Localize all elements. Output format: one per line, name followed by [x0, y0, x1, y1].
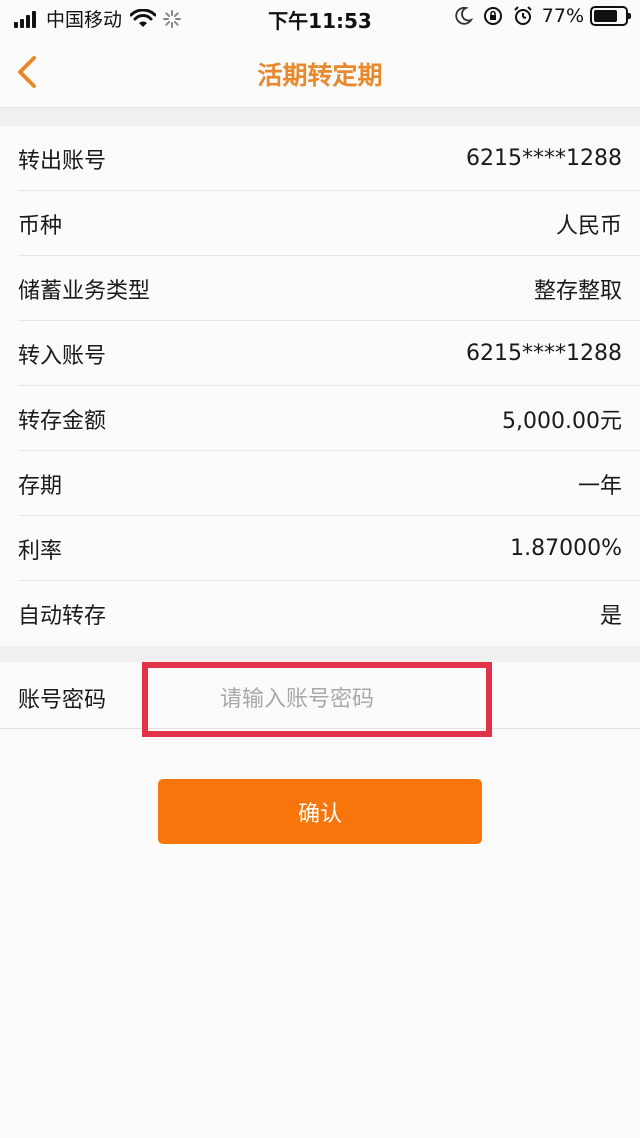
detail-value: 人民币: [555, 213, 622, 239]
detail-value: 6215****1288: [466, 146, 622, 171]
battery-icon: [590, 6, 631, 26]
detail-label: 币种: [18, 213, 63, 239]
detail-row-amount: 转存金额 5,000.00元: [0, 386, 640, 451]
rotation-lock-icon: [483, 7, 502, 25]
password-row: 账号密码: [0, 662, 640, 737]
detail-value: 6215****1288: [466, 341, 622, 366]
detail-value: 一年: [577, 473, 622, 499]
detail-value: 整存整取: [533, 278, 622, 304]
confirm-button[interactable]: 确认: [158, 779, 482, 844]
section-divider: [0, 108, 640, 126]
detail-label: 储蓄业务类型: [18, 278, 151, 304]
detail-label: 转出账号: [18, 148, 107, 174]
battery-percent: 77%: [541, 5, 584, 27]
detail-row-term: 存期 一年: [0, 451, 640, 516]
moon-icon: [455, 6, 474, 25]
detail-row-interest-rate: 利率 1.87000%: [0, 516, 640, 581]
detail-label: 转存金额: [18, 408, 107, 434]
detail-row-transfer-in-account: 转入账号 6215****1288: [0, 321, 640, 386]
nav-bar: 活期转定期: [0, 36, 640, 108]
page-title: 活期转定期: [257, 61, 383, 90]
alarm-icon: [514, 6, 532, 25]
transfer-details-list: 转出账号 6215****1288 币种 人民币 储蓄业务类型 整存整取 转入账…: [0, 126, 640, 646]
detail-value: 是: [599, 603, 622, 629]
password-input[interactable]: [148, 668, 486, 731]
detail-label: 利率: [18, 538, 63, 564]
detail-row-deposit-type: 储蓄业务类型 整存整取: [0, 256, 640, 321]
status-right: 77%: [444, 5, 631, 27]
detail-row-currency: 币种 人民币: [0, 191, 640, 256]
detail-row-transfer-out-account: 转出账号 6215****1288: [0, 126, 640, 191]
detail-row-auto-renew: 自动转存 是: [0, 581, 640, 646]
detail-value: 1.87000%: [510, 536, 622, 561]
password-highlight-box: [142, 662, 492, 737]
battery-fill: [594, 10, 618, 22]
detail-value: 5,000.00元: [502, 408, 622, 434]
detail-label: 自动转存: [18, 603, 107, 629]
section-divider: [0, 646, 640, 662]
detail-label: 存期: [18, 473, 63, 499]
detail-label: 转入账号: [18, 343, 107, 369]
status-bar: 中国移动 下午11:53 77%: [0, 0, 640, 36]
password-label: 账号密码: [18, 688, 107, 713]
